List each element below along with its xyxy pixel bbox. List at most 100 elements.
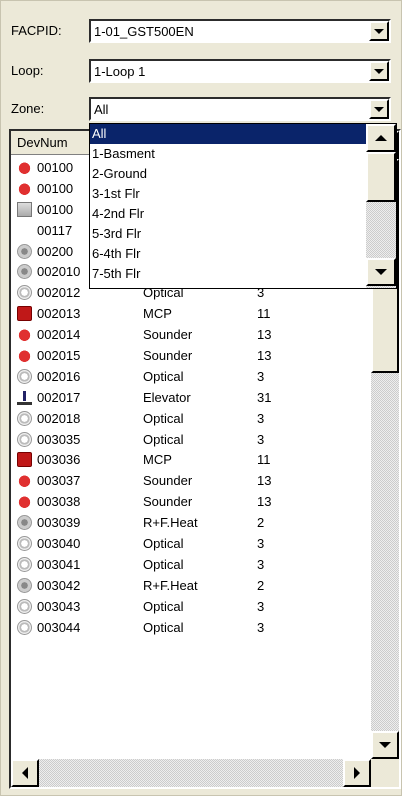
heat-detector-icon bbox=[17, 577, 32, 593]
loop-value: 1-Loop 1 bbox=[94, 64, 146, 79]
elevator-icon bbox=[17, 389, 32, 405]
loop-dropdown-button[interactable] bbox=[369, 61, 389, 81]
devnum-cell: 002016 bbox=[37, 368, 81, 384]
table-row[interactable]: 003039 R+F.Heat 2 bbox=[11, 512, 371, 533]
type-cell: Sounder bbox=[143, 327, 193, 343]
table-row[interactable]: 002014 Sounder 13 bbox=[11, 324, 371, 345]
table-row[interactable]: 003036 MCP 11 bbox=[11, 449, 371, 470]
heat-detector-icon bbox=[17, 264, 32, 280]
heat-detector-icon bbox=[17, 243, 32, 259]
code-cell: 2 bbox=[257, 515, 265, 531]
code-cell: 3 bbox=[257, 431, 265, 447]
scroll-left-button[interactable] bbox=[11, 759, 39, 787]
optical-detector-icon bbox=[17, 410, 32, 426]
table-row[interactable]: 003043 Optical 3 bbox=[11, 596, 371, 617]
dropdown-scroll-up-button[interactable] bbox=[366, 124, 396, 152]
facpid-label: FACPID: bbox=[11, 23, 62, 38]
code-cell: 3 bbox=[257, 619, 265, 635]
zone-option[interactable]: 4-2nd Flr bbox=[90, 204, 366, 224]
type-cell: Optical bbox=[143, 536, 184, 552]
table-row[interactable]: 003037 Sounder 13 bbox=[11, 470, 371, 491]
red-sounder-icon bbox=[17, 327, 32, 343]
code-cell: 13 bbox=[257, 348, 272, 364]
type-cell: Sounder bbox=[143, 473, 193, 489]
scroll-right-button[interactable] bbox=[343, 759, 371, 787]
zone-option[interactable]: All bbox=[90, 124, 366, 144]
zone-option[interactable]: 2-Ground bbox=[90, 164, 366, 184]
red-sounder-icon bbox=[17, 348, 32, 364]
zone-option[interactable]: 6-4th Flr bbox=[90, 244, 366, 264]
arrow-up-icon bbox=[375, 135, 387, 141]
type-cell: Sounder bbox=[143, 348, 193, 364]
optical-detector-icon bbox=[17, 285, 32, 301]
zone-option[interactable]: 1-Basment bbox=[90, 144, 366, 164]
table-row[interactable]: 003044 Optical 3 bbox=[11, 617, 371, 638]
devnum-cell: 003042 bbox=[37, 577, 81, 593]
devnum-cell: 002012 bbox=[37, 285, 81, 301]
devnum-cell: 003041 bbox=[37, 556, 81, 572]
table-row[interactable]: 003038 Sounder 13 bbox=[11, 491, 371, 512]
optical-detector-icon bbox=[17, 598, 32, 614]
table-row[interactable]: 002018 Optical 3 bbox=[11, 408, 371, 429]
table-row[interactable]: 003040 Optical 3 bbox=[11, 533, 371, 554]
devnum-cell: 002014 bbox=[37, 327, 81, 343]
devnum-cell: 003035 bbox=[37, 431, 81, 447]
code-cell: 3 bbox=[257, 536, 265, 552]
type-cell: MCP bbox=[143, 306, 172, 322]
dropdown-scroll-down-button[interactable] bbox=[366, 258, 396, 286]
zone-option[interactable]: 7-5th Flr bbox=[90, 264, 366, 284]
devnum-cell: 003036 bbox=[37, 452, 81, 468]
code-cell: 13 bbox=[257, 473, 272, 489]
devnum-cell: 00117 bbox=[37, 222, 73, 238]
table-row[interactable]: 002017 Elevator 31 bbox=[11, 387, 371, 408]
code-cell: 11 bbox=[257, 452, 271, 468]
facpid-dropdown-button[interactable] bbox=[369, 21, 389, 41]
column-header-devnum[interactable]: DevNum bbox=[17, 135, 68, 150]
facpid-value: 1-01_GST500EN bbox=[94, 24, 194, 39]
arrow-left-icon bbox=[22, 767, 28, 779]
dropdown-scrollbar[interactable] bbox=[366, 124, 396, 288]
table-row[interactable]: 003035 Optical 3 bbox=[11, 429, 371, 450]
type-cell: Elevator bbox=[143, 389, 191, 405]
loop-combo[interactable]: 1-Loop 1 bbox=[89, 59, 391, 83]
devnum-cell: 003038 bbox=[37, 494, 81, 510]
table-row[interactable]: 003042 R+F.Heat 2 bbox=[11, 575, 371, 596]
devnum-cell: 002013 bbox=[37, 306, 81, 322]
zone-options: All 1-Basment 2-Ground 3-1st Flr 4-2nd Flr 5-… bbox=[90, 124, 366, 284]
devnum-cell: 002017 bbox=[37, 389, 81, 405]
type-cell: Sounder bbox=[143, 494, 193, 510]
type-cell: Optical bbox=[143, 410, 184, 426]
red-sounder-icon bbox=[17, 180, 32, 196]
table-row[interactable]: 002015 Sounder 13 bbox=[11, 345, 371, 366]
arrow-down-icon bbox=[375, 269, 387, 275]
dropdown-scroll-thumb[interactable] bbox=[366, 152, 396, 202]
code-cell: 11 bbox=[257, 306, 271, 322]
loop-row: Loop: 1-Loop 1 bbox=[1, 57, 402, 85]
table-row[interactable]: 002016 Optical 3 bbox=[11, 366, 371, 387]
devnum-cell: 003043 bbox=[37, 598, 81, 614]
table-row[interactable]: 002013 MCP 11 bbox=[11, 303, 371, 324]
devnum-cell: 003039 bbox=[37, 515, 81, 531]
heat-detector-icon bbox=[17, 515, 32, 531]
devnum-cell: 003044 bbox=[37, 619, 81, 635]
optical-detector-icon bbox=[17, 556, 32, 572]
code-cell: 3 bbox=[257, 556, 265, 572]
zone-dropdown-button[interactable] bbox=[369, 99, 389, 119]
zone-combo[interactable]: All bbox=[89, 97, 391, 121]
zone-dropdown-list[interactable]: All 1-Basment 2-Ground 3-1st Flr 4-2nd Flr 5-… bbox=[89, 123, 397, 289]
code-cell: 13 bbox=[257, 327, 272, 343]
devnum-cell: 002015 bbox=[37, 348, 81, 364]
zone-option[interactable]: 3-1st Flr bbox=[90, 184, 366, 204]
scroll-down-button[interactable] bbox=[371, 731, 399, 759]
devnum-cell: 003037 bbox=[37, 473, 81, 489]
arrow-down-icon bbox=[379, 742, 391, 748]
zone-option[interactable]: 5-3rd Flr bbox=[90, 224, 366, 244]
code-cell: 3 bbox=[257, 368, 265, 384]
horizontal-scrollbar[interactable] bbox=[11, 759, 371, 787]
zone-row: Zone: All bbox=[1, 95, 402, 123]
devnum-cell: 003040 bbox=[37, 536, 81, 552]
facpid-combo[interactable]: 1-01_GST500EN bbox=[89, 19, 391, 43]
table-row[interactable]: 003041 Optical 3 bbox=[11, 554, 371, 575]
red-sounder-icon bbox=[17, 473, 32, 489]
type-cell: R+F.Heat bbox=[143, 577, 198, 593]
